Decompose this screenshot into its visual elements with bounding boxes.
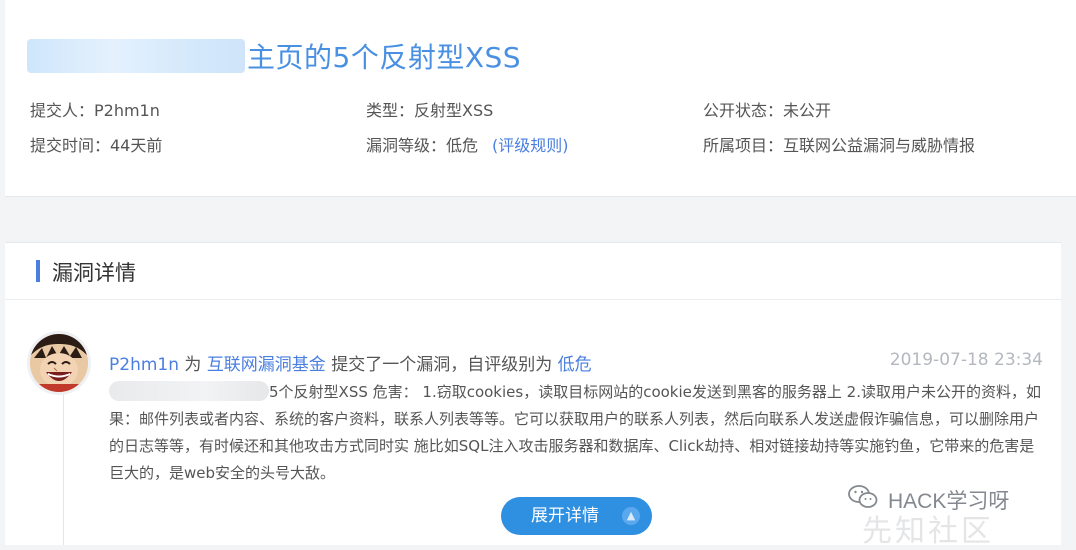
entry-header: P2hm1n 为 互联网漏洞基金 提交了一个漏洞，自评级别为 低危 [109, 350, 592, 375]
public-status-field: 公开状态：未公开 [703, 101, 832, 120]
expand-details-label: 展开详情 [531, 506, 599, 526]
page-title-text: 主页的5个反射型XSS [247, 41, 522, 74]
entry-body: 5个反射型XSS 危害： 1.窃取cookies，读取目标网站的cookie发送… [109, 379, 1049, 487]
submit-time-field: 提交时间：44天前 [30, 136, 163, 155]
entry-timestamp: 2019-07-18 23:34 [889, 350, 1043, 370]
section-title: 漏洞详情 [52, 261, 136, 285]
redacted-body-start [109, 381, 269, 401]
section-accent-bar [36, 260, 40, 282]
submitter-field: 提交人：P2hm1n [30, 101, 160, 120]
rating-rule-link[interactable]: (评级规则) [492, 136, 569, 155]
entry-word-for: 为 [184, 355, 202, 375]
entry-self-rating: 低危 [557, 355, 592, 375]
type-field: 类型：反射型XSS [366, 101, 494, 120]
timeline-line [63, 393, 64, 545]
avatar[interactable] [27, 331, 91, 395]
vuln-summary-card: 主页的5个反射型XSS 提交人：P2hm1n 提交时间：44天前 类型：反射型X… [5, 0, 1076, 197]
entry-foundation-link[interactable]: 互联网漏洞基金 [207, 355, 326, 375]
expand-details-button[interactable]: 展开详情 ▲ [501, 497, 652, 535]
entry-user-link[interactable]: P2hm1n [109, 355, 179, 375]
chevron-up-icon: ▲ [622, 507, 640, 525]
level-row: 漏洞等级：低危 (评级规则) [366, 132, 569, 156]
section-header: 漏洞详情 [5, 243, 1061, 300]
redacted-site-name [27, 39, 245, 73]
project-field: 所属项目：互联网公益漏洞与威胁情报 [703, 136, 976, 155]
watermark-secondary: 先知社区 [862, 514, 994, 549]
level-field: 漏洞等级：低危 [366, 136, 479, 155]
entry-action-text: 提交了一个漏洞，自评级别为 [331, 355, 553, 375]
page-title: 主页的5个反射型XSS [27, 34, 521, 78]
